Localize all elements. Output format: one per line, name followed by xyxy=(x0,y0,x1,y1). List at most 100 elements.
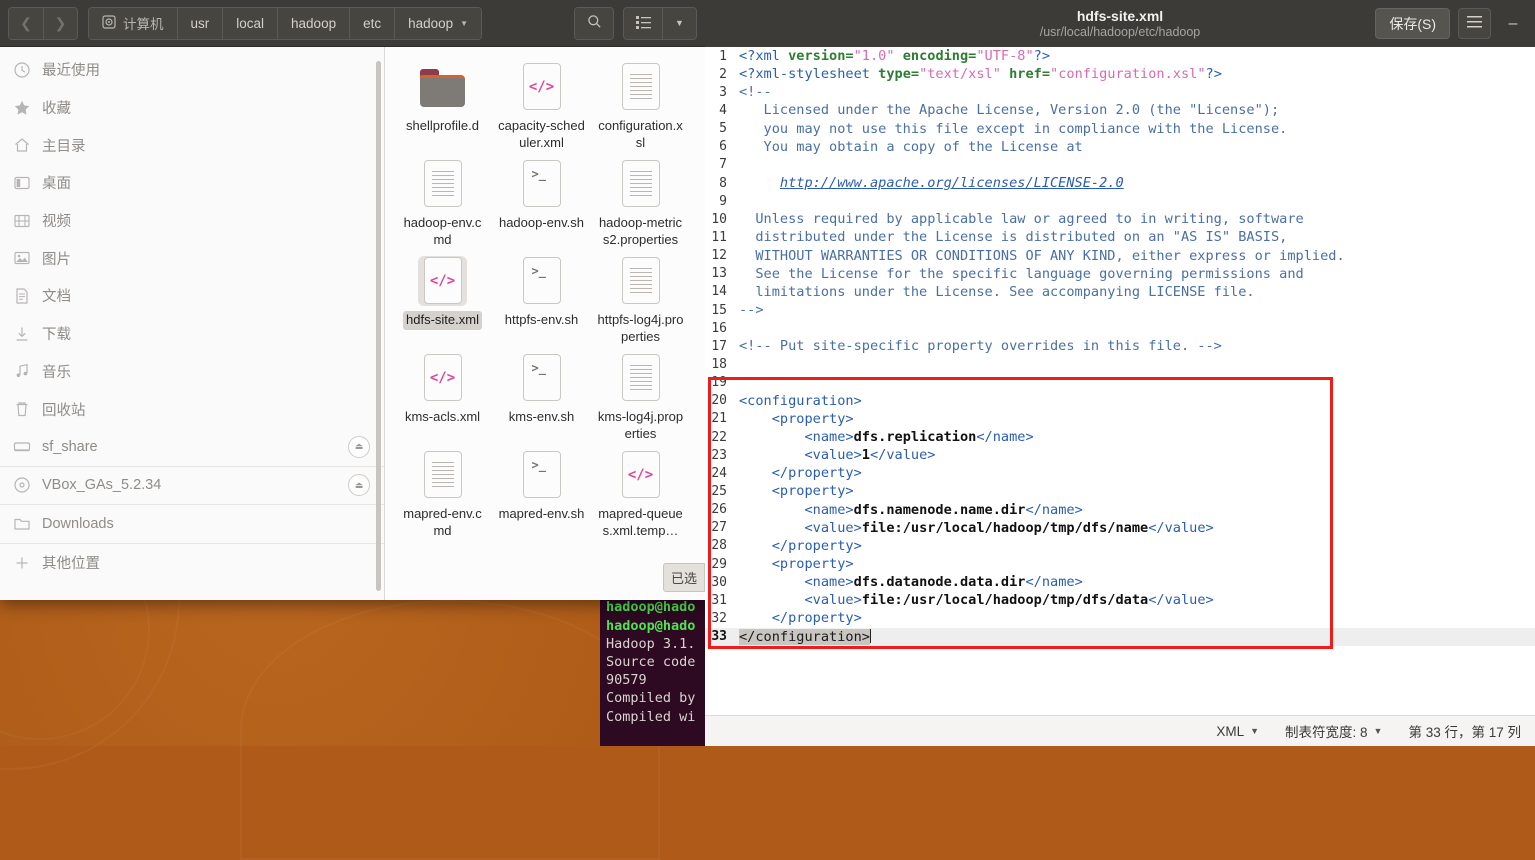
list-view-button[interactable] xyxy=(624,8,662,39)
file-item[interactable]: >_mapred-env.sh xyxy=(492,445,591,542)
sidebar-item-7[interactable]: 下载 xyxy=(0,315,384,353)
wallpaper-swirl xyxy=(240,600,660,860)
sidebar-scrollbar[interactable] xyxy=(376,61,381,591)
code-token xyxy=(739,175,780,191)
line-content: you may not use this file except in comp… xyxy=(733,121,1287,137)
breadcrumb-item-usr[interactable]: usr xyxy=(178,8,224,39)
tab-width-label: 制表符宽度: 8 xyxy=(1285,721,1368,741)
folder-icon xyxy=(420,69,465,107)
sidebar-item-5[interactable]: 图片 xyxy=(0,239,384,277)
sidebar-item-0[interactable]: 最近使用 xyxy=(0,51,384,89)
breadcrumb-item-local[interactable]: local xyxy=(223,8,278,39)
breadcrumb-label: local xyxy=(236,16,264,31)
sidebar-item-11[interactable]: VBox_GAs_5.2.34⏏ xyxy=(0,467,384,505)
sidebar-item-1[interactable]: 收藏 xyxy=(0,89,384,127)
shell-script-icon: >_ xyxy=(523,257,561,304)
file-name-label: capacity-scheduler.xml xyxy=(495,117,589,152)
sidebar-item-3[interactable]: 桌面 xyxy=(0,164,384,202)
language-label: XML xyxy=(1216,724,1244,739)
sidebar-item-6[interactable]: 文档 xyxy=(0,277,384,315)
code-lines: 1<?xml version="1.0" encoding="UTF-8"?>2… xyxy=(705,47,1535,646)
gedit-window: hdfs-site.xml /usr/local/hadoop/etc/hado… xyxy=(705,0,1535,746)
file-item[interactable]: >_hadoop-env.sh xyxy=(492,154,591,251)
view-dropdown-button[interactable]: ▼ xyxy=(662,8,696,39)
line-content: </property> xyxy=(733,465,862,481)
tab-width-selector[interactable]: 制表符宽度: 8 ▼ xyxy=(1285,721,1382,741)
file-item[interactable]: </>mapred-queues.xml.temp… xyxy=(591,445,690,542)
code-line: 3<!-- xyxy=(705,83,1535,101)
file-item[interactable]: >_kms-env.sh xyxy=(492,348,591,445)
code-token xyxy=(739,447,804,463)
file-item[interactable]: </>hdfs-site.xml xyxy=(393,251,492,348)
code-line: 31 <value>file:/usr/local/hadoop/tmp/dfs… xyxy=(705,591,1535,609)
line-content: <?xml-stylesheet type="text/xsl" href="c… xyxy=(733,66,1222,82)
code-token: href= xyxy=(1009,66,1050,82)
chevron-down-icon[interactable]: ▼ xyxy=(460,19,468,28)
sidebar-item-label: 视频 xyxy=(42,210,370,231)
breadcrumb-item-etc[interactable]: etc xyxy=(350,8,395,39)
line-number: 7 xyxy=(705,157,733,172)
file-item[interactable]: >_httpfs-env.sh xyxy=(492,251,591,348)
eject-button[interactable]: ⏏ xyxy=(348,474,370,496)
breadcrumb-label: etc xyxy=(363,16,381,31)
breadcrumb-item-computer[interactable]: 计算机 xyxy=(89,8,178,39)
language-selector[interactable]: XML ▼ xyxy=(1216,724,1259,739)
code-token: <property> xyxy=(772,411,854,427)
video-icon xyxy=(13,212,31,230)
line-content: <property> xyxy=(733,483,854,499)
star-icon xyxy=(13,99,31,117)
line-number: 32 xyxy=(705,611,733,626)
line-number: 3 xyxy=(705,85,733,100)
code-line: 23 <value>1</value> xyxy=(705,446,1535,464)
breadcrumb-item-hadoop-current[interactable]: hadoop ▼ xyxy=(395,8,481,39)
file-item[interactable]: hadoop-metrics2.properties xyxy=(591,154,690,251)
minimize-button[interactable]: ‒ xyxy=(1499,8,1527,39)
line-number: 14 xyxy=(705,284,733,299)
file-item[interactable]: </>kms-acls.xml xyxy=(393,348,492,445)
file-item[interactable]: httpfs-log4j.properties xyxy=(591,251,690,348)
line-content: --> xyxy=(733,302,764,318)
sidebar-item-12[interactable]: Downloads xyxy=(0,505,384,543)
back-button[interactable]: ❮ xyxy=(9,8,43,39)
breadcrumb-item-hadoop[interactable]: hadoop xyxy=(278,8,350,39)
code-token xyxy=(739,483,772,499)
sidebar-item-9[interactable]: 回收站 xyxy=(0,390,384,428)
sidebar-item-10[interactable]: sf_share⏏ xyxy=(0,428,384,466)
line-number: 31 xyxy=(705,593,733,608)
code-editor-area[interactable]: 1<?xml version="1.0" encoding="UTF-8"?>2… xyxy=(705,47,1535,715)
cursor-position-label: 第 33 行，第 17 列 xyxy=(1408,721,1521,741)
file-item[interactable]: configuration.xsl xyxy=(591,57,690,154)
sidebar-item-8[interactable]: 音乐 xyxy=(0,353,384,391)
file-item[interactable]: hadoop-env.cmd xyxy=(393,154,492,251)
code-token: <name> xyxy=(804,429,853,445)
search-button[interactable] xyxy=(575,8,613,39)
file-name-label: mapred-env.sh xyxy=(496,505,588,524)
code-line: 6 You may obtain a copy of the License a… xyxy=(705,138,1535,156)
code-token: "configuration.xsl" xyxy=(1050,66,1206,82)
code-token xyxy=(739,502,804,518)
file-item[interactable]: shellprofile.d xyxy=(393,57,492,154)
line-number: 16 xyxy=(705,321,733,336)
sidebar-item-13[interactable]: 其他位置 xyxy=(0,544,384,582)
file-item[interactable]: kms-log4j.properties xyxy=(591,348,690,445)
file-chooser-body: 最近使用收藏主目录桌面视频图片文档下载音乐回收站sf_share⏏VBox_GA… xyxy=(0,47,705,600)
file-item[interactable]: mapred-env.cmd xyxy=(393,445,492,542)
line-number: 13 xyxy=(705,266,733,281)
code-token: dfs.datanode.data.dir xyxy=(854,574,1026,590)
code-file-icon: </> xyxy=(424,354,462,401)
file-grid[interactable]: shellprofile.d</>capacity-scheduler.xmlc… xyxy=(385,47,705,600)
sidebar-item-4[interactable]: 视频 xyxy=(0,202,384,240)
code-token: file:/usr/local/hadoop/tmp/dfs/data xyxy=(862,592,1148,608)
sidebar-item-2[interactable]: 主目录 xyxy=(0,126,384,164)
file-item[interactable]: </>capacity-scheduler.xml xyxy=(492,57,591,154)
file-icon: >_ xyxy=(517,256,566,306)
eject-button[interactable]: ⏏ xyxy=(348,436,370,458)
sidebar-item-label: 最近使用 xyxy=(42,59,370,80)
clock-icon xyxy=(13,61,31,79)
save-button[interactable]: 保存(S) xyxy=(1375,8,1450,39)
hamburger-menu-button[interactable] xyxy=(1458,8,1491,39)
forward-button[interactable]: ❯ xyxy=(43,8,77,39)
line-number: 12 xyxy=(705,248,733,263)
sidebar-item-label: 其他位置 xyxy=(42,552,370,573)
line-content: <?xml version="1.0" encoding="UTF-8"?> xyxy=(733,48,1050,64)
